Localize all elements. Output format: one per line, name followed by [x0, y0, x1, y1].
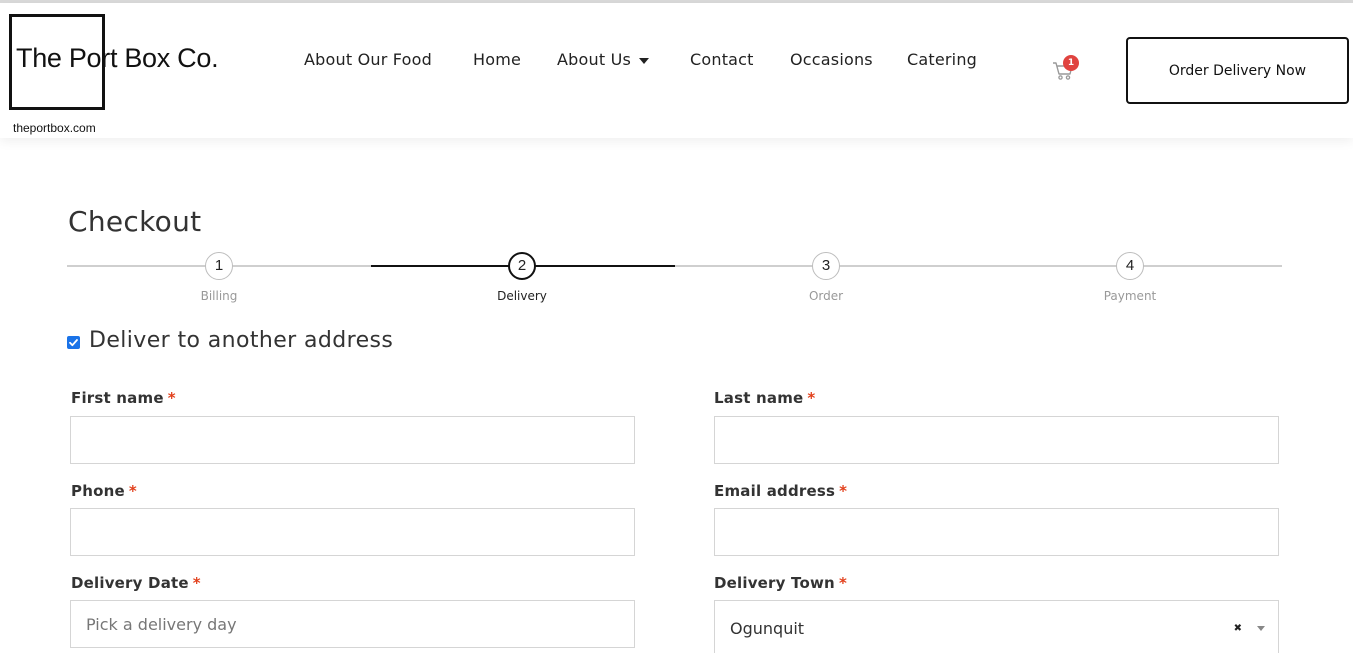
- nav-item-about-us[interactable]: About Us: [557, 50, 650, 69]
- caret-down-icon: [639, 57, 650, 64]
- logo-domain: theportbox.com: [13, 121, 96, 135]
- step-label-order: Order: [808, 289, 844, 303]
- nav-item-about-our-food[interactable]: About Our Food: [304, 50, 432, 69]
- email-label-text: Email address: [714, 482, 836, 500]
- checkmark-icon: [69, 339, 78, 347]
- first-name-label: First name *: [71, 389, 176, 407]
- delivery-date-label-text: Delivery Date: [71, 574, 189, 592]
- step-label-delivery: Delivery: [497, 289, 547, 303]
- deliver-to-another-address-checkbox[interactable]: [67, 336, 80, 349]
- step-label-payment: Payment: [1103, 289, 1157, 303]
- first-name-input[interactable]: [70, 416, 635, 464]
- delivery-date-label: Delivery Date *: [71, 574, 201, 592]
- last-name-label: Last name *: [714, 389, 815, 407]
- required-marker: *: [167, 389, 176, 407]
- dropdown-arrow-icon[interactable]: [1257, 626, 1265, 631]
- clear-selection-icon[interactable]: ✖: [1234, 623, 1242, 634]
- page-title: Checkout: [68, 205, 202, 238]
- delivery-date-input[interactable]: Pick a delivery day: [70, 600, 635, 648]
- delivery-town-select[interactable]: Ogunquit ✖: [714, 600, 1279, 653]
- last-name-input[interactable]: [714, 416, 1279, 464]
- step-billing[interactable]: 1: [205, 252, 233, 280]
- site-header: The Port Box Co. theportbox.com About Ou…: [0, 3, 1353, 138]
- required-marker: *: [192, 574, 201, 592]
- email-label: Email address *: [714, 482, 847, 500]
- step-payment[interactable]: 4: [1116, 252, 1144, 280]
- required-marker: *: [128, 482, 137, 500]
- phone-input[interactable]: [70, 508, 635, 556]
- step-delivery[interactable]: 2: [508, 252, 536, 280]
- nav-item-home[interactable]: Home: [473, 50, 521, 69]
- delivery-town-value: Ogunquit: [730, 618, 805, 638]
- nav-item-contact[interactable]: Contact: [690, 50, 754, 69]
- phone-label: Phone *: [71, 482, 137, 500]
- step-order[interactable]: 3: [812, 252, 840, 280]
- nav-item-about-us-label: About Us: [557, 50, 632, 69]
- nav-item-catering[interactable]: Catering: [907, 50, 977, 69]
- first-name-label-text: First name: [71, 389, 164, 407]
- delivery-town-label-text: Delivery Town: [714, 574, 835, 592]
- delivery-date-placeholder: Pick a delivery day: [86, 614, 237, 634]
- required-marker: *: [839, 482, 848, 500]
- last-name-label-text: Last name: [714, 389, 804, 407]
- cart-count-badge: 1: [1063, 55, 1079, 71]
- required-marker: *: [838, 574, 847, 592]
- step-connector: [675, 265, 1282, 267]
- delivery-town-label: Delivery Town *: [714, 574, 847, 592]
- phone-label-text: Phone: [71, 482, 125, 500]
- logo-text[interactable]: The Port Box Co.: [16, 43, 219, 74]
- deliver-to-another-address-label[interactable]: Deliver to another address: [89, 328, 393, 353]
- email-input[interactable]: [714, 508, 1279, 556]
- order-delivery-now-button[interactable]: Order Delivery Now: [1126, 37, 1349, 104]
- step-label-billing: Billing: [200, 289, 238, 303]
- nav-item-occasions[interactable]: Occasions: [790, 50, 873, 69]
- required-marker: *: [807, 389, 816, 407]
